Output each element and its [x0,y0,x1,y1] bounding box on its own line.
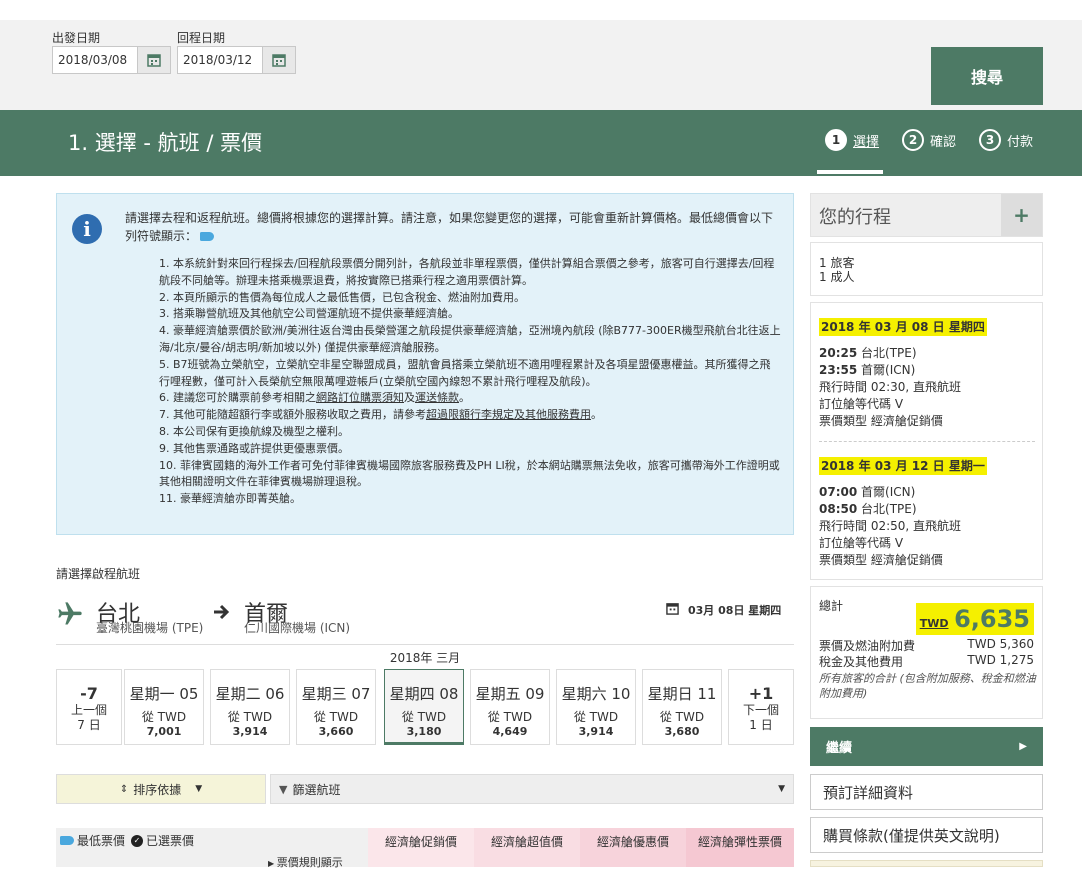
prev-week-button[interactable]: -7 上一個 7 日 [56,669,122,745]
note-item: 2. 本頁所顯示的售價為每位成人之最低售價，已包含稅金、燃油附加費用。 [159,290,525,304]
return-date-label: 回程日期 [177,31,226,45]
chevron-down-icon: ▼ [778,784,785,794]
step-number: 1 [825,129,847,151]
passenger-count: 1 旅客 [819,256,855,270]
filter-dropdown[interactable]: ▼ 篩選航班 ▼ [270,774,794,804]
date-cell[interactable]: 星期一 05 從 TWD 7,001 [124,669,204,745]
total-price: TWD 6,635 [915,603,1034,635]
origin-airport: 臺灣桃園機場 (TPE) [96,621,204,635]
carousel-month: 2018年 三月 [389,651,461,665]
date-cell[interactable]: 星期五 09 從 TWD 4,649 [470,669,550,745]
passenger-type: 1 成人 [819,270,855,284]
note-item: 1. 本系統針對來回行程採去/回程航段票價分開列計，各航段並非單程票價，僅供計算… [159,257,775,287]
date-carousel: 2018年 三月 -7 上一個 7 日 星期一 05 從 TWD 7,001 星… [56,644,794,746]
fare-type-header: 經濟艙促銷價 [368,828,474,867]
outbound-section-label: 請選擇啟程航班 [56,567,141,581]
tax-value: TWD 1,275 [967,653,1034,667]
note-item: 3. 搭乘聯營航班及其他航空公司營運航班不提供豪華經濟艙。 [159,307,459,321]
depart-calendar-button[interactable] [137,46,171,74]
return-date-input[interactable]: 2018/03/12 [177,46,269,74]
outbound-date: 03月 08日 星期四 [688,604,782,617]
airplane-icon [58,602,82,625]
segment-outbound: 2018 年 03 月 08 日 星期四 20:25 台北(TPE) 23:55… [819,318,987,428]
step-select[interactable]: 1 選擇 [825,129,879,151]
depart-date-input[interactable]: 2018/03/08 [52,46,144,74]
expand-itinerary-button[interactable]: + [1001,194,1042,236]
info-intro: 請選擇去程和返程航班。總價將根據您的選擇計算。請注意，如果您變更您的選擇，可能會… [125,211,774,243]
note-item: 8. 本公司保有更換航線及機型之權利。 [159,424,349,438]
calendar-icon [666,603,679,615]
chevron-right-icon: ▶ [1019,741,1027,752]
sort-dropdown[interactable]: ⇕ 排序依據 ▼ [56,774,266,804]
segment-return: 2018 年 03 月 12 日 星期一 07:00 首爾(ICN) 08:50… [819,457,987,567]
fare-type-header: 經濟艙優惠價 [580,828,686,867]
arrow-right-icon [214,604,230,620]
plus-icon: + [1013,203,1030,227]
fare-type-header: 經濟艙超值價 [474,828,580,867]
segment-date: 2018 年 03 月 12 日 星期一 [819,457,987,475]
note-item: 9. 其他售票通路或許提供更優惠票價。 [159,441,349,455]
price-tag-icon [60,836,74,845]
date-cell-selected[interactable]: 星期四 08 從 TWD 3,180 [384,669,464,745]
booking-notice-link[interactable]: 網路訂位購票須知 [316,391,404,404]
note-item: 5. B7班號為立榮航空，立榮航空非星空聯盟成員，盟航會員搭乘立榮航班不適用哩程… [159,357,771,388]
step-label: 選擇 [853,134,880,150]
sort-icon: ⇕ [119,783,129,795]
route-header: 台北 臺灣桃園機場 (TPE) 首爾 仁川國際機場 (ICN) 03月 08日 … [56,598,794,638]
note-item: 11. 豪華經濟艙亦即菁英艙。 [159,492,301,506]
return-calendar-button[interactable] [262,46,296,74]
calendar-icon [272,54,286,67]
price-summary: 總計 TWD 6,635 票價及燃油附加費 TWD 5,360 稅金及其他費用 … [810,586,1043,719]
booking-details-button[interactable]: 預訂詳細資料 [810,774,1043,810]
date-cell[interactable]: 星期六 10 從 TWD 3,914 [556,669,636,745]
itinerary-title: 您的行程 [819,207,891,228]
note-item: 4. 豪華經濟艙票價於歐洲/美洲往返台灣由長榮營運之航段提供豪華經濟艙，亞洲境內… [159,324,781,354]
total-label: 總計 [819,599,844,613]
filter-icon: ▼ [279,782,288,796]
destination-airport: 仁川國際機場 (ICN) [244,621,351,635]
terms-button[interactable]: 購買條款(僅提供英文說明) [810,817,1043,853]
fare-type-header: 經濟艙彈性票價 [686,828,794,867]
note-item: 10. 菲律賓國籍的海外工作者可免付菲律賓機場國際旅客服務費及PH LI稅，於本… [159,458,780,489]
info-notes: 1. 本系統針對來回行程採去/回程航段票價分開列計，各航段並非單程票價，僅供計算… [159,256,781,508]
date-cell[interactable]: 星期日 11 從 TWD 3,680 [642,669,722,745]
fare-label: 票價及燃油附加費 [819,639,916,653]
step-number: 2 [902,129,924,151]
next-day-button[interactable]: +1 下一個 1 日 [728,669,794,745]
baggage-rules-link[interactable]: 超過限額行李規定及其他服務費用 [426,408,591,421]
segment-divider [819,441,1035,442]
carriage-terms-link[interactable]: 運送條款 [415,391,459,404]
itinerary-header: 您的行程 + [810,193,1043,237]
step-label: 確認 [930,134,957,150]
step-label: 付款 [1007,134,1034,150]
flight-segments: 2018 年 03 月 08 日 星期四 20:25 台北(TPE) 23:55… [810,302,1043,580]
price-tag-icon [200,232,215,241]
step-confirm: 2 確認 [902,129,956,151]
note-item: 6. 建議您可於購票前參考相關之網路訂位購票須知及運送條款。 [159,391,470,405]
check-icon: ✓ [131,834,144,847]
info-icon: i [72,214,102,244]
fare-rules-link[interactable]: ▶ 票價規則顯示 [268,854,343,870]
info-box: i 請選擇去程和返程航班。總價將根據您的選擇計算。請注意，如果您變更您的選擇，可… [56,193,794,535]
calendar-icon [147,54,161,67]
tax-label: 稅金及其他費用 [819,655,904,669]
date-cell[interactable]: 星期三 07 從 TWD 3,660 [296,669,376,745]
passenger-summary: 1 旅客 1 成人 [810,242,1043,296]
top-strip [0,0,1082,20]
page-title: 1. 選擇 - 航班 / 票價 [68,131,263,155]
chevron-down-icon: ▼ [195,784,203,794]
fare-legend-row: 最低票價 ✓ 已選票價 ▶ 票價規則顯示 經濟艙促銷價 經濟艙超值價 經濟艙優惠… [56,828,794,870]
total-note: 所有旅客的合計 (包含附加服務、稅金和燃油附加費用) [819,672,1036,700]
date-cell[interactable]: 星期二 06 從 TWD 3,914 [210,669,290,745]
active-step-indicator [817,170,883,174]
step-number: 3 [979,129,1001,151]
search-button[interactable]: 搜尋 [931,47,1043,105]
next-panel-edge [810,860,1043,867]
step-payment: 3 付款 [979,129,1033,151]
depart-date-label: 出發日期 [52,31,101,45]
continue-button[interactable]: 繼續 ▶ [810,727,1043,766]
fare-value: TWD 5,360 [967,637,1034,651]
segment-date: 2018 年 03 月 08 日 星期四 [819,318,987,336]
note-item: 7. 其他可能隨超額行李或額外服務收取之費用，請參考超過限額行李規定及其他服務費… [159,408,602,422]
